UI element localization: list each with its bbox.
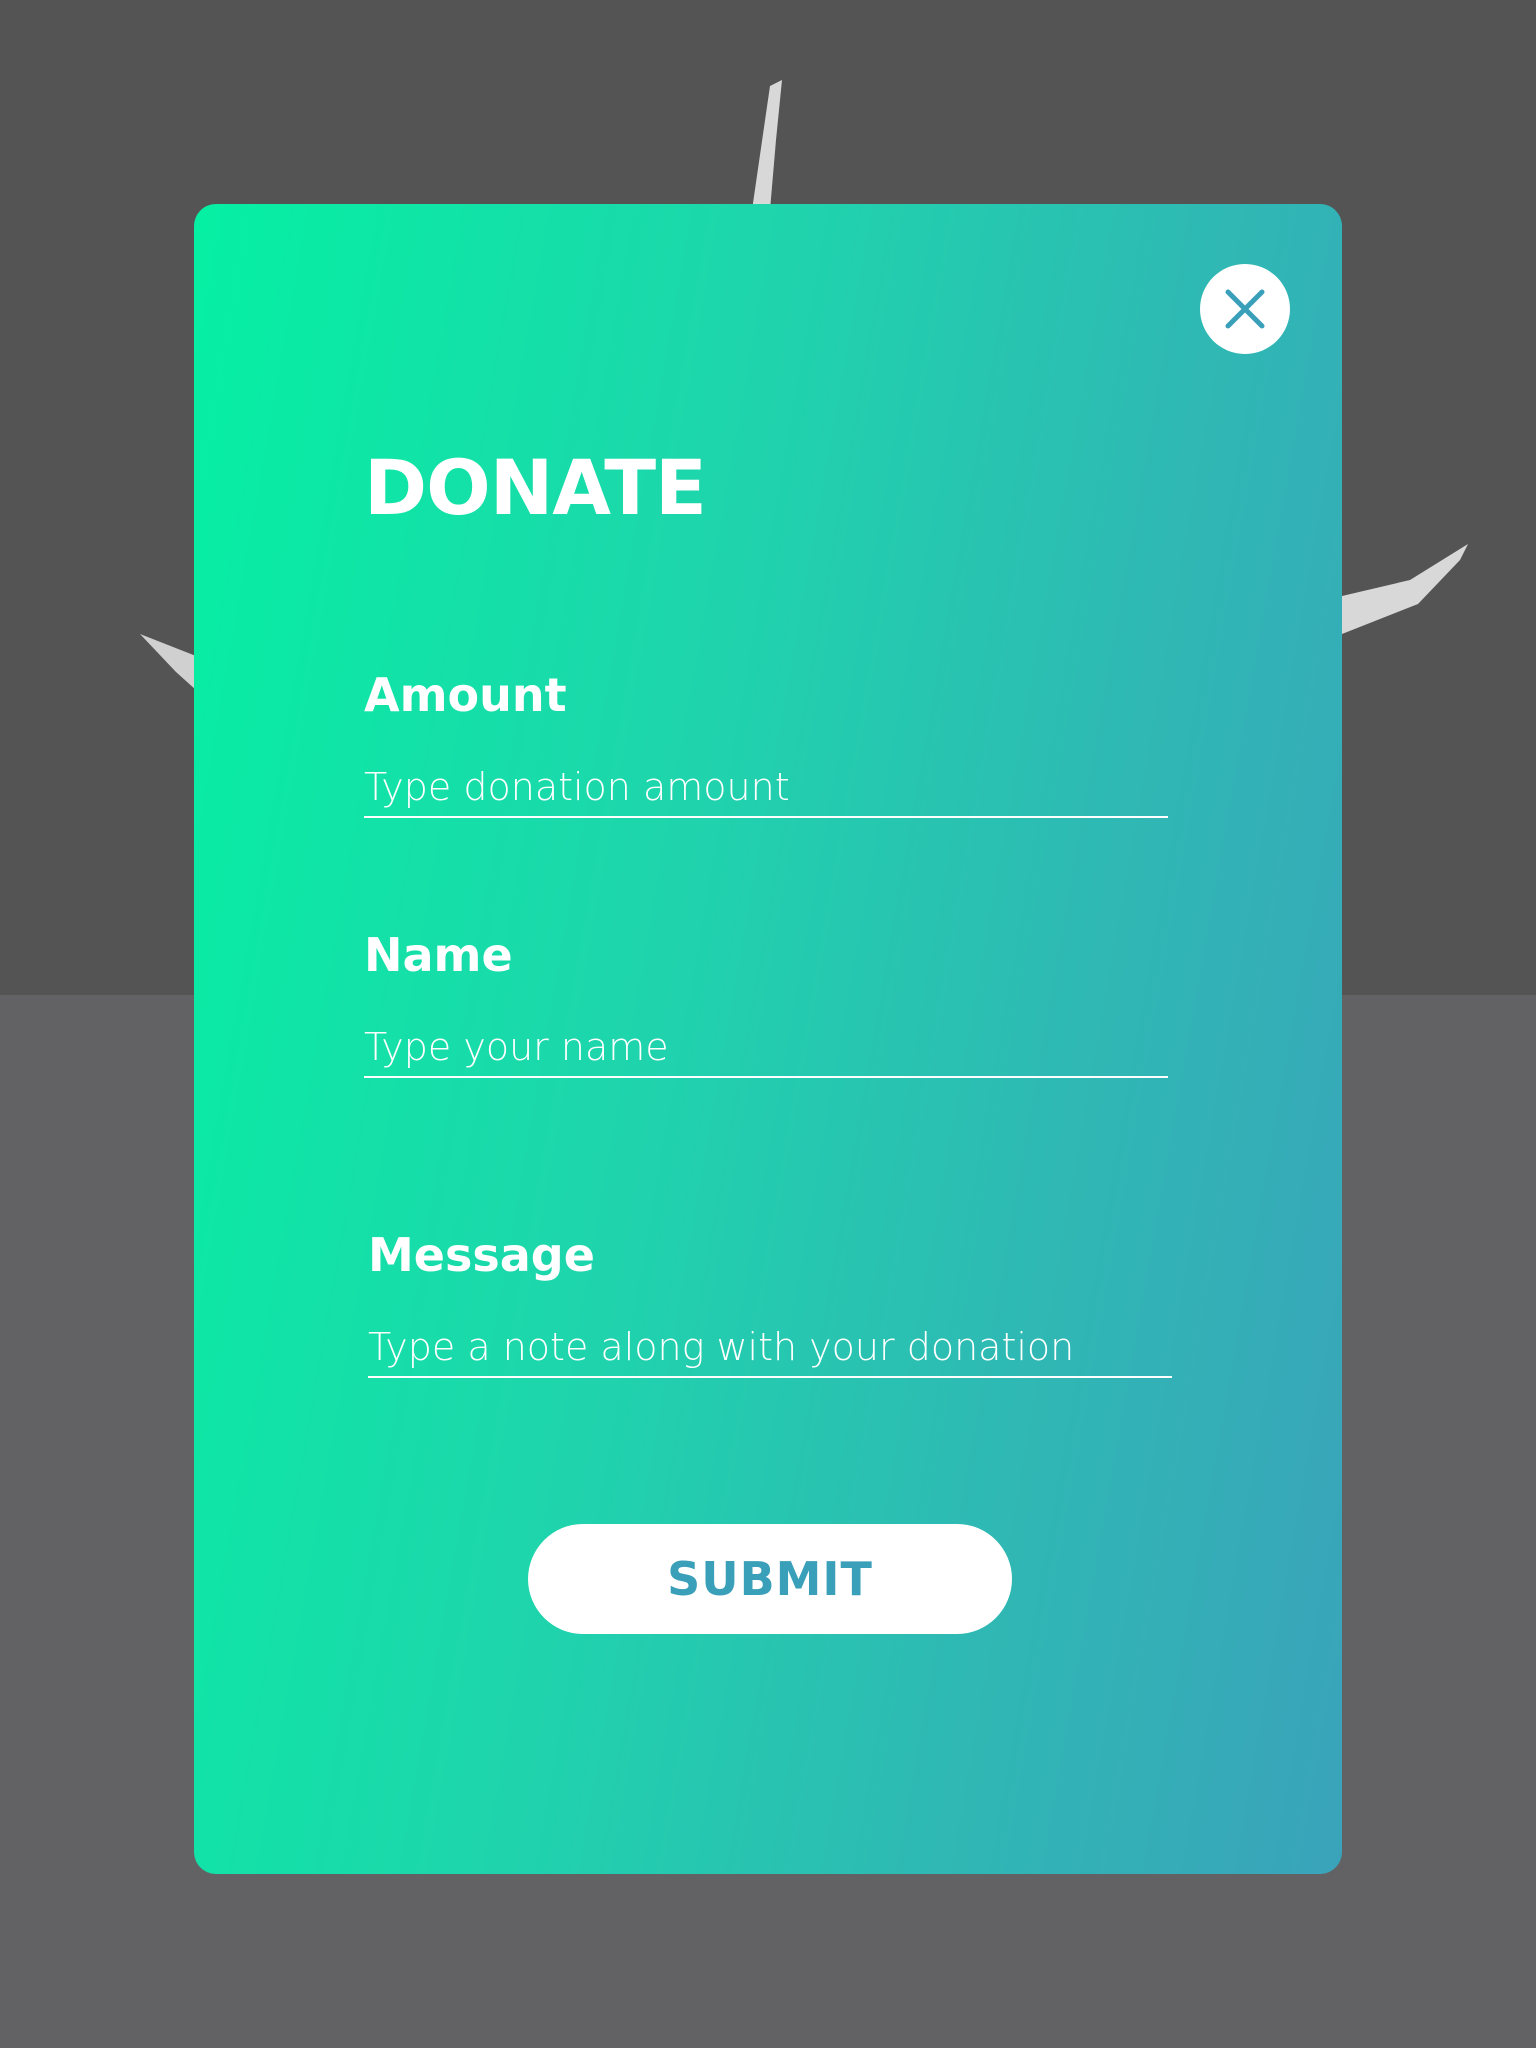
submit-button[interactable]: SUBMIT	[528, 1524, 1012, 1634]
message-input[interactable]	[368, 1318, 1172, 1378]
donate-modal: DONATE Amount Name Message SUBMIT	[194, 204, 1342, 1874]
backdrop-spike-top	[752, 80, 782, 210]
amount-input[interactable]	[364, 758, 1168, 818]
name-input[interactable]	[364, 1018, 1168, 1078]
close-icon	[1225, 289, 1265, 329]
backdrop-spike-right	[1342, 544, 1468, 634]
backdrop-spike-left	[140, 634, 196, 690]
name-label: Name	[364, 928, 513, 982]
close-button[interactable]	[1200, 264, 1290, 354]
amount-label: Amount	[364, 668, 567, 722]
message-label: Message	[368, 1228, 595, 1282]
modal-title: DONATE	[364, 443, 707, 532]
